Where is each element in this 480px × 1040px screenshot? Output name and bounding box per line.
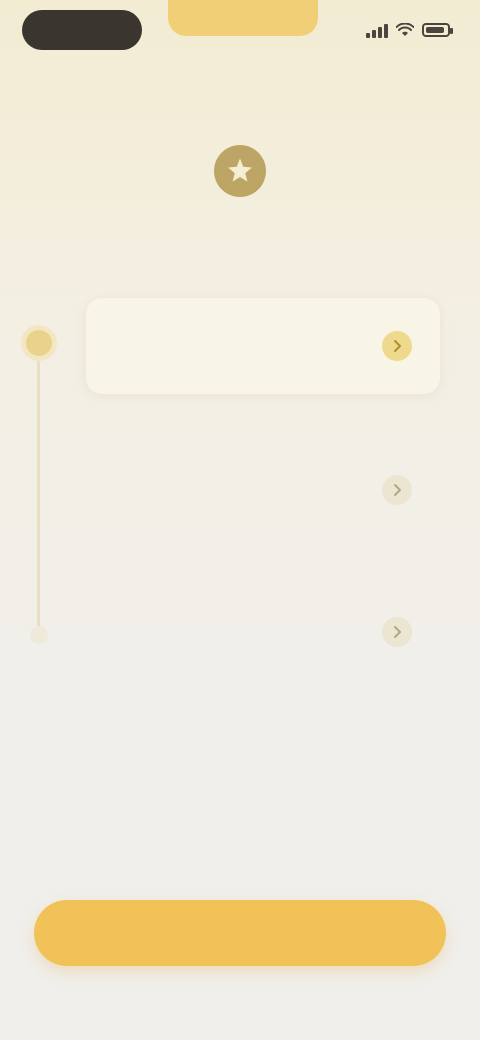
timeline-end-dot	[30, 626, 48, 644]
star-icon	[214, 145, 266, 197]
wifi-icon	[396, 23, 414, 36]
battery-icon	[422, 23, 453, 37]
status-time	[22, 10, 142, 50]
status-bar	[0, 0, 480, 56]
chevron-right-icon[interactable]	[382, 331, 412, 361]
step-card-1[interactable]	[86, 298, 440, 394]
timeline-line	[37, 330, 40, 640]
status-icons	[366, 18, 453, 42]
timeline-active-dot	[26, 330, 52, 356]
step-card-2[interactable]	[86, 438, 440, 542]
continue-button[interactable]	[34, 900, 446, 966]
chevron-right-icon[interactable]	[382, 475, 412, 505]
dynamic-island	[168, 0, 318, 36]
chevron-right-icon[interactable]	[382, 617, 412, 647]
page-title	[60, 218, 420, 250]
signal-icon	[366, 22, 388, 38]
step-card-3[interactable]	[86, 580, 440, 684]
